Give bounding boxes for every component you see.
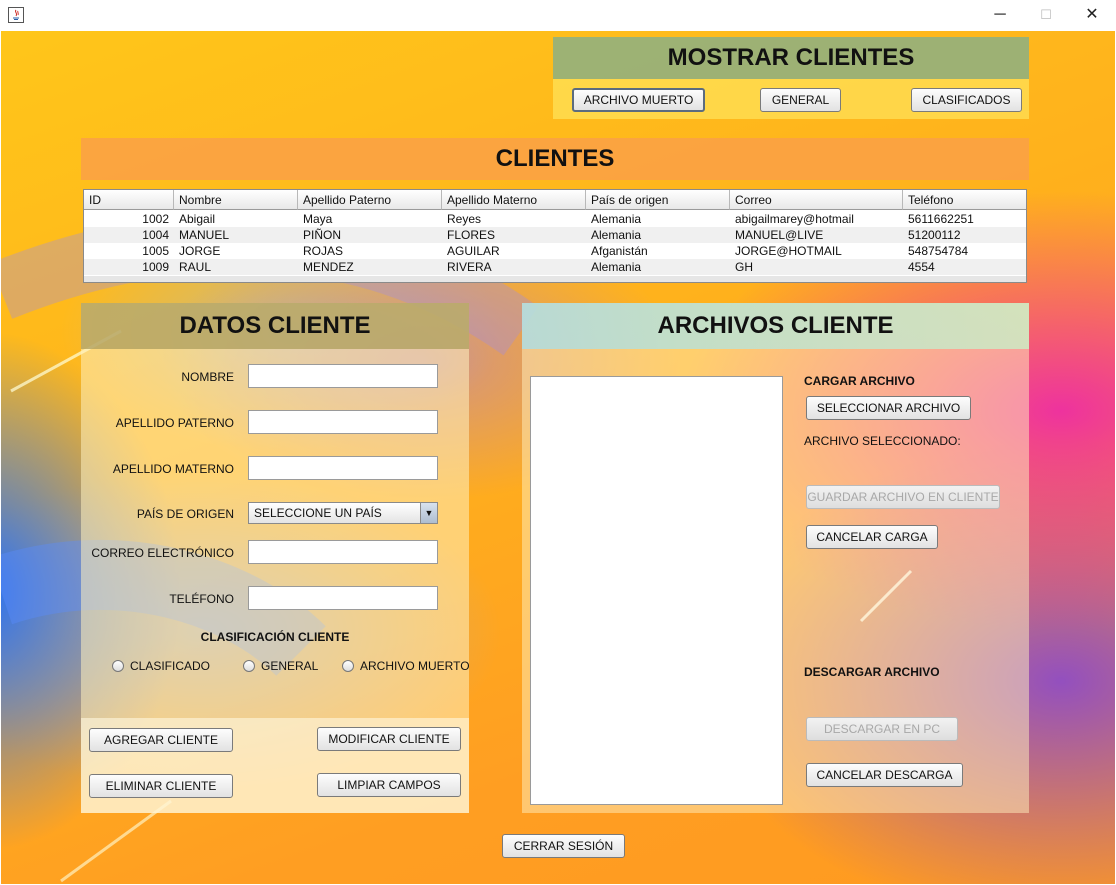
pais-origen-selected-value: SELECCIONE UN PAÍS [254,506,382,520]
table-cell-apellido-materno: AGUILAR [447,244,500,258]
clientes-table[interactable]: ID Nombre Apellido Paterno Apellido Mate… [83,189,1027,283]
clasificado-radio[interactable] [112,660,124,672]
pais-origen-label: PAÍS DE ORIGEN [136,507,234,521]
cancelar-carga-button[interactable]: CANCELAR CARGA [806,525,938,549]
window-titlebar: ─ ☐ ✕ [0,0,1116,31]
table-cell-telefono: 5611662251 [908,212,974,226]
maximize-icon[interactable]: ☐ [1023,0,1069,31]
descargar-archivo-title: DESCARGAR ARCHIVO [804,665,940,679]
limpiar-campos-button[interactable]: LIMPIAR CAMPOS [317,773,461,797]
table-cell-correo: MANUEL@LIVE [735,228,824,242]
table-cell-telefono: 548754784 [908,244,969,258]
datos-cliente-title: DATOS CLIENTE [81,303,469,349]
guardar-archivo-button[interactable]: GUARDAR ARCHIVO EN CLIENTE [806,485,1000,509]
table-header-correo[interactable]: Correo [730,190,903,210]
table-cell-apellido-materno: FLORES [447,228,496,242]
apellido-paterno-input[interactable] [248,410,438,434]
table-scroll-area[interactable] [84,276,1026,282]
table-header-telefono[interactable]: Teléfono [903,190,1026,210]
table-cell-nombre: MANUEL [179,228,230,242]
clientes-title: CLIENTES [81,138,1029,180]
table-header-apellido-paterno[interactable]: Apellido Paterno [298,190,442,210]
table-cell-apellido-paterno: Maya [303,212,333,226]
table-cell-apellido-materno: Reyes [447,212,482,226]
cancelar-descarga-button[interactable]: CANCELAR DESCARGA [806,763,963,787]
table-cell-pais: Alemania [591,228,642,242]
table-cell-id: 1009 [142,260,169,274]
archivo-muerto-radio[interactable] [342,660,354,672]
table-cell-apellido-paterno: ROJAS [303,244,344,258]
descargar-pc-button[interactable]: DESCARGAR EN PC [806,717,958,741]
table-cell-pais: Afganistán [591,244,648,258]
table-cell-nombre: Abigail [179,212,216,226]
eliminar-cliente-button[interactable]: ELIMINAR CLIENTE [89,774,233,798]
general-radio[interactable] [243,660,255,672]
table-cell-nombre: JORGE [179,244,221,258]
table-cell-telefono: 4554 [908,260,935,274]
agregar-cliente-button[interactable]: AGREGAR CLIENTE [89,728,233,752]
general-button[interactable]: GENERAL [760,88,841,112]
correo-label: CORREO ELECTRÓNICO [91,546,234,560]
table-cell-apellido-paterno: MENDEZ [303,260,354,274]
nombre-label: NOMBRE [181,370,234,384]
main-content: MOSTRAR CLIENTES ARCHIVO MUERTO GENERAL … [1,31,1115,884]
apellido-materno-input[interactable] [248,456,438,480]
mostrar-clientes-title: MOSTRAR CLIENTES [553,37,1029,79]
table-cell-pais: Alemania [591,212,642,226]
table-header-nombre[interactable]: Nombre [174,190,298,210]
table-cell-correo: abigailmarey@hotmail [735,212,854,226]
archivos-list[interactable] [530,376,783,805]
chevron-down-icon[interactable]: ▼ [420,503,437,523]
clasificados-button[interactable]: CLASIFICADOS [911,88,1022,112]
table-cell-nombre: RAUL [179,260,212,274]
seleccionar-archivo-button[interactable]: SELECCIONAR ARCHIVO [806,396,971,420]
general-radio-label[interactable]: GENERAL [261,659,318,673]
modificar-cliente-button[interactable]: MODIFICAR CLIENTE [317,727,461,751]
archivo-muerto-radio-label[interactable]: ARCHIVO MUERTO [360,659,470,673]
table-cell-pais: Alemania [591,260,642,274]
table-header-pais[interactable]: País de origen [586,190,730,210]
cerrar-sesion-button[interactable]: CERRAR SESIÓN [502,834,625,858]
close-icon[interactable]: ✕ [1069,0,1115,31]
table-cell-telefono: 51200112 [908,228,961,242]
table-cell-apellido-paterno: PIÑON [303,228,342,242]
archivos-cliente-title: ARCHIVOS CLIENTE [522,303,1029,349]
table-cell-id: 1002 [142,212,169,226]
pais-origen-select[interactable]: SELECCIONE UN PAÍS ▼ [248,502,438,524]
table-cell-apellido-materno: RIVERA [447,260,492,274]
apellido-paterno-label: APELLIDO PATERNO [115,416,234,430]
table-cell-id: 1005 [142,244,169,258]
table-row[interactable]: 1009 RAUL MENDEZ RIVERA Alemania GH 4554 [84,259,1026,275]
cargar-archivo-title: CARGAR ARCHIVO [804,374,915,388]
table-cell-id: 1004 [142,228,169,242]
table-row[interactable]: 1004 MANUEL PIÑON FLORES Alemania MANUEL… [84,227,1026,243]
minimize-icon[interactable]: ─ [977,0,1023,31]
telefono-input[interactable] [248,586,438,610]
correo-input[interactable] [248,540,438,564]
archivo-seleccionado-label: ARCHIVO SELECCIONADO: [804,434,961,448]
telefono-label: TELÉFONO [169,592,234,606]
nombre-input[interactable] [248,364,438,388]
table-header-apellido-materno[interactable]: Apellido Materno [442,190,586,210]
table-row[interactable]: 1005 JORGE ROJAS AGUILAR Afganistán JORG… [84,243,1026,259]
clasificacion-title: CLASIFICACIÓN CLIENTE [200,630,350,644]
apellido-materno-label: APELLIDO MATERNO [112,462,234,476]
table-cell-correo: GH [735,260,753,274]
clasificado-radio-label[interactable]: CLASIFICADO [130,659,210,673]
archivo-muerto-button[interactable]: ARCHIVO MUERTO [572,88,705,112]
table-cell-correo: JORGE@HOTMAIL [735,244,842,258]
java-app-icon [8,7,24,23]
table-header-id[interactable]: ID [84,190,174,210]
table-row[interactable]: 1002 Abigail Maya Reyes Alemania abigail… [84,211,1026,227]
